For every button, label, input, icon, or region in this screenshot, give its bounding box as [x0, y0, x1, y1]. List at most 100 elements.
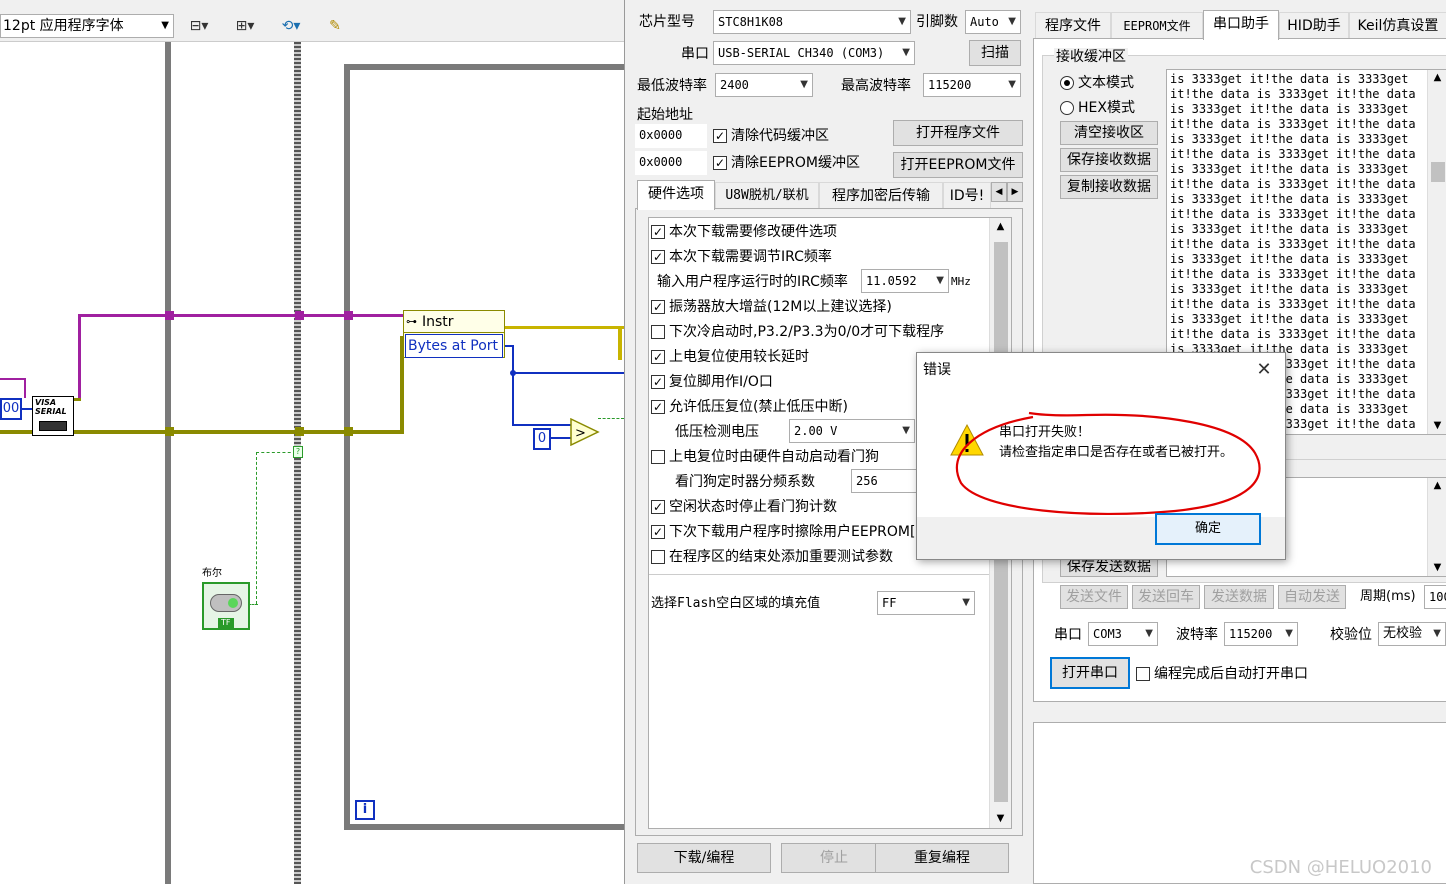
numeric-wire-compare — [512, 424, 572, 426]
boolean-control-terminal[interactable]: TF — [202, 582, 250, 630]
chip-type-label: 芯片型号 — [639, 14, 695, 30]
clear-receive-button[interactable]: 清空接收区 — [1060, 121, 1158, 145]
numeric-constant-zero[interactable]: 0 — [533, 428, 551, 450]
bytes-at-port-property[interactable]: Bytes at Port — [405, 334, 503, 358]
save-receive-button[interactable]: 保存接收数据 — [1060, 148, 1158, 172]
eeprom-start-address-input[interactable]: 0x0000 — [635, 151, 707, 175]
min-baud-value: 2400 — [720, 78, 749, 92]
chevron-down-icon: ▼ — [800, 79, 808, 90]
code-start-address-value: 0x0000 — [639, 128, 683, 142]
tab-encrypted-transfer[interactable]: 程序加密后传输 — [819, 182, 943, 208]
tab-u8w[interactable]: U8W脱机/联机 — [715, 182, 819, 208]
reorder-icon[interactable]: ⟲▾ — [274, 14, 308, 38]
code-start-address-input[interactable]: 0x0000 — [635, 124, 707, 148]
boolean-tunnel: ? — [293, 446, 303, 458]
scroll-up-icon[interactable]: ▲ — [1428, 70, 1446, 86]
serial-port-select[interactable]: COM3 ▼ — [1088, 622, 1158, 646]
max-baud-select[interactable]: 115200 ▼ — [923, 73, 1021, 97]
tab-hardware-options[interactable]: 硬件选项 — [637, 180, 715, 210]
distribute-objects-icon[interactable]: ⊞▾ — [228, 14, 262, 38]
scroll-up-icon[interactable]: ▲ — [1428, 478, 1446, 494]
wire-tunnel — [295, 427, 304, 436]
option-erase-eeprom[interactable]: ✓ 下次下载用户程序时擦除用户EEPROM[ — [651, 522, 917, 542]
tab-eeprom-file[interactable]: EEPROM文件 — [1111, 12, 1203, 38]
clear-code-buffer-checkbox[interactable]: ✓ 清除代码缓冲区 — [713, 126, 829, 146]
download-program-button[interactable]: 下载/编程 — [637, 843, 771, 873]
min-baud-select[interactable]: 2400 ▼ — [715, 73, 813, 97]
tab-hid-assistant[interactable]: HID助手 — [1279, 12, 1349, 38]
receive-scrollbar[interactable]: ▲ ▼ — [1427, 70, 1446, 434]
wire-tunnel — [165, 427, 174, 436]
chevron-down-icon: ▼ — [1285, 628, 1293, 639]
serial-baud-select[interactable]: 115200 ▼ — [1224, 622, 1298, 646]
option-label: 允许低压复位(禁止低压中断) — [669, 399, 848, 415]
copy-receive-button[interactable]: 复制接收数据 — [1060, 175, 1158, 199]
lvd-select[interactable]: 2.00 V ▼ — [789, 419, 915, 443]
period-input[interactable]: 100 — [1424, 585, 1446, 609]
checkbox-unchecked-icon — [651, 325, 665, 339]
scroll-down-icon[interactable]: ▼ — [990, 810, 1011, 828]
tab-serial-assistant[interactable]: 串口助手 — [1203, 10, 1279, 40]
scrollbar-thumb[interactable] — [1431, 162, 1445, 182]
tab-keil-settings[interactable]: Keil仿真设置 — [1349, 12, 1446, 38]
option-adjust-irc[interactable]: ✓ 本次下载需要调节IRC频率 — [651, 247, 832, 267]
option-add-test-params[interactable]: 在程序区的结束处添加重要测试参数 — [651, 547, 917, 567]
close-icon[interactable]: ✕ — [1253, 359, 1275, 381]
option-low-voltage-reset[interactable]: ✓ 允许低压复位(禁止低压中断) — [651, 397, 848, 417]
option-modify-hardware[interactable]: ✓ 本次下载需要修改硬件选项 — [651, 222, 837, 242]
stop-button[interactable]: 停止 — [781, 843, 887, 873]
flash-fill-select[interactable]: FF ▼ — [877, 591, 975, 615]
numeric-constant-00[interactable]: 00 — [0, 398, 22, 420]
option-long-reset-delay[interactable]: ✓ 上电复位使用较长延时 — [651, 347, 809, 367]
irc-frequency-select[interactable]: 11.0592 ▼ — [861, 269, 949, 293]
reprogram-button[interactable]: 重复编程 — [875, 843, 1009, 873]
clear-eeprom-buffer-checkbox[interactable]: ✓ 清除EEPROM缓冲区 — [713, 153, 860, 173]
scroll-up-icon[interactable]: ▲ — [990, 218, 1011, 236]
pin-count-select[interactable]: Auto ▼ — [965, 10, 1021, 34]
red-annotation-circle — [955, 411, 1261, 516]
tab-scroll-right-icon[interactable]: ▶ — [1007, 182, 1023, 202]
scroll-down-icon[interactable]: ▼ — [1428, 418, 1446, 434]
checkbox-checked-icon: ✓ — [651, 375, 665, 389]
scan-button[interactable]: 扫描 — [969, 40, 1021, 66]
option-auto-watchdog[interactable]: 上电复位时由硬件自动启动看门狗 — [651, 447, 879, 467]
tab-id[interactable]: ID号! — [943, 182, 991, 208]
greater-than-function[interactable]: > — [570, 418, 600, 446]
option-reset-pin-io[interactable]: ✓ 复位脚用作I/O口 — [651, 372, 773, 392]
send-scrollbar[interactable]: ▲ ▼ — [1427, 478, 1446, 576]
pin-count-value: Auto — [970, 15, 999, 29]
chip-type-value: STC8H1K08 — [718, 15, 784, 29]
option-osc-gain[interactable]: ✓ 振荡器放大增益(12M以上建议选择) — [651, 297, 892, 317]
align-objects-icon[interactable]: ⊟▾ — [182, 14, 216, 38]
tab-program-file[interactable]: 程序文件 — [1035, 12, 1111, 38]
visa-serial-node[interactable]: VISA SERIAL — [32, 396, 74, 436]
chip-type-select[interactable]: STC8H1K08 ▼ — [713, 10, 911, 34]
hex-mode-radio[interactable]: HEX模式 — [1060, 98, 1135, 118]
parity-select[interactable]: 无校验 ▼ — [1378, 622, 1446, 646]
toggle-led-icon — [228, 598, 238, 608]
send-return-button[interactable]: 发送回车 — [1132, 585, 1200, 609]
boolean-wire — [256, 452, 296, 453]
port-select[interactable]: USB-SERIAL CH340 (COM3) ▼ — [713, 41, 915, 65]
open-eeprom-file-button[interactable]: 打开EEPROM文件 — [893, 152, 1023, 178]
ok-button[interactable]: 确定 — [1155, 513, 1261, 545]
open-serial-port-button[interactable]: 打开串口 — [1050, 657, 1130, 689]
auto-open-port-checkbox[interactable]: 编程完成后自动打开串口 — [1136, 664, 1308, 684]
open-program-file-button[interactable]: 打开程序文件 — [893, 120, 1023, 146]
scroll-down-icon[interactable]: ▼ — [1428, 560, 1446, 576]
auto-send-button[interactable]: 自动发送 — [1278, 585, 1346, 609]
option-cold-boot-p32[interactable]: 下次冷启动时,P3.2/P3.3为0/0才可下载程序 — [651, 322, 944, 342]
save-send-button[interactable]: 保存发送数据 — [1060, 557, 1158, 577]
wdt-prescaler-select[interactable]: 256 — [851, 469, 917, 493]
wire-tunnel — [344, 311, 353, 320]
send-data-button[interactable]: 发送数据 — [1204, 585, 1274, 609]
text-mode-radio[interactable]: 文本模式 — [1060, 73, 1134, 93]
checkbox-checked-icon: ✓ — [651, 400, 665, 414]
cleanup-diagram-icon[interactable]: ✎ — [318, 14, 352, 38]
property-node[interactable]: ⊶ Instr Bytes at Port — [403, 310, 505, 358]
checkbox-unchecked-icon — [651, 550, 665, 564]
send-file-button[interactable]: 发送文件 — [1060, 585, 1128, 609]
tab-scroll-left-icon[interactable]: ◀ — [991, 182, 1007, 202]
option-idle-stop-watchdog[interactable]: ✓ 空闲状态时停止看门狗计数 — [651, 497, 837, 517]
font-selector[interactable]: 12pt 应用程序字体 ▼ — [0, 14, 174, 38]
